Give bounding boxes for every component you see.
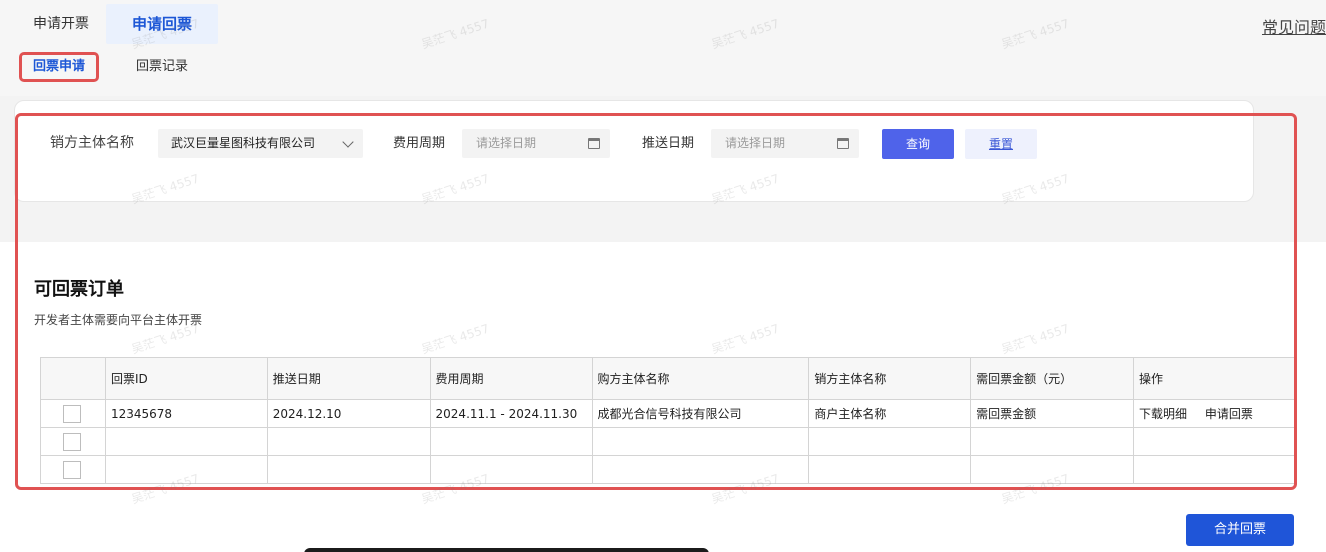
faq-link[interactable]: 常见问题 — [1262, 14, 1326, 38]
highlight-frame — [15, 113, 1297, 490]
bottom-overlay-bar — [304, 548, 709, 552]
subtab-return-apply[interactable]: 回票申请 — [19, 52, 99, 82]
tab-invoice-apply[interactable]: 申请开票 — [33, 4, 89, 44]
subtab-return-records[interactable]: 回票记录 — [136, 52, 188, 82]
merge-return-button[interactable]: 合并回票 — [1186, 514, 1294, 546]
tab-return-apply[interactable]: 申请回票 — [106, 4, 218, 44]
